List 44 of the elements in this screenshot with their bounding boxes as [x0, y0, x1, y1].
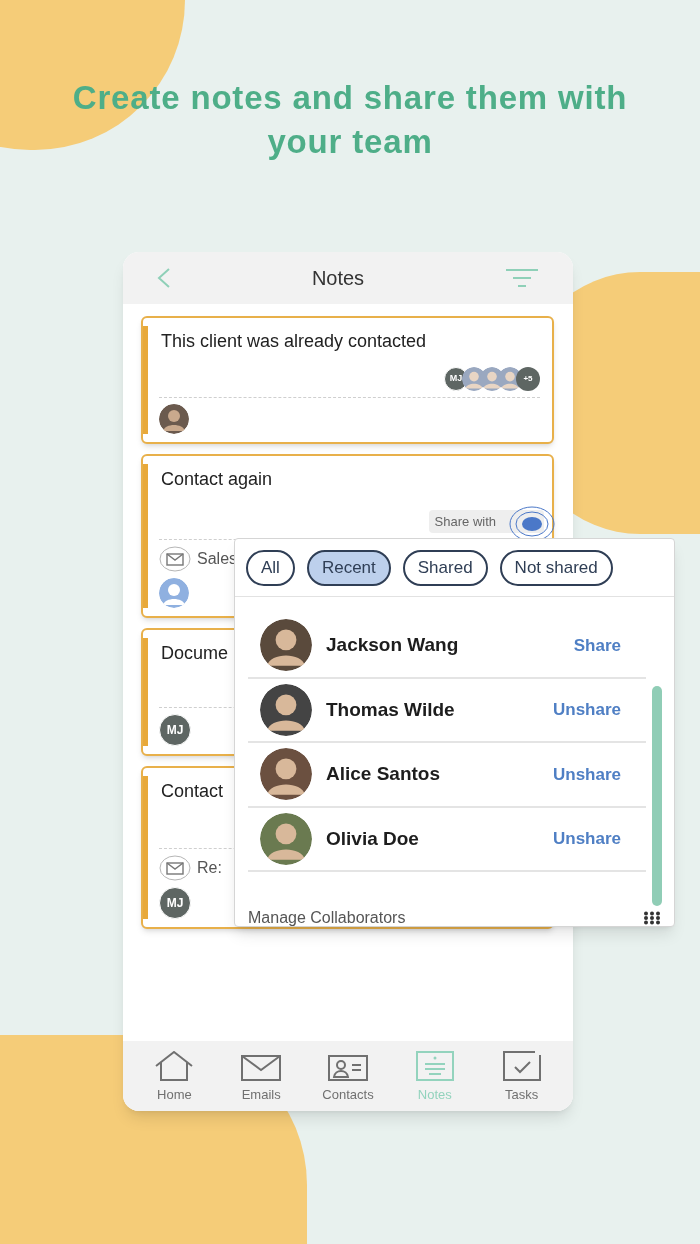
back-icon[interactable] — [157, 268, 171, 288]
home-icon — [154, 1050, 195, 1081]
note-title: Docume — [161, 642, 229, 665]
note-title: Contact — [161, 780, 224, 803]
person-name: Thomas Wilde — [326, 697, 456, 722]
person-name: Jackson Wang — [326, 633, 460, 657]
contact-card-icon — [328, 1054, 368, 1081]
filter-chip[interactable]: Not shared — [499, 550, 613, 586]
header-title: Notes — [311, 266, 365, 291]
note-title: Contact again — [161, 468, 273, 491]
filter-icon[interactable] — [505, 268, 539, 288]
email-subject: Re: — [197, 858, 222, 878]
filter-chip[interactable]: Shared — [402, 550, 488, 586]
person-name: Alice Santos — [326, 762, 442, 786]
avatar — [159, 404, 189, 434]
placeholder-avatar-icon — [159, 578, 189, 608]
person-name: Olivia Doe — [326, 826, 420, 851]
mail-icon — [241, 1054, 282, 1081]
share-toggle-link[interactable]: Unshare — [552, 826, 621, 852]
grid-icon[interactable] — [643, 911, 661, 925]
mail-icon — [159, 855, 191, 881]
filter-chip[interactable]: All — [246, 550, 295, 586]
mail-icon — [159, 546, 191, 572]
nav-tab[interactable]: Emails — [221, 1054, 302, 1104]
filter-chip[interactable]: Recent — [306, 550, 391, 586]
avatar — [260, 683, 312, 736]
nav-tab[interactable]: Home — [134, 1050, 215, 1104]
share-toggle-link[interactable]: Share — [573, 632, 621, 658]
note-card[interactable]: This client was already contacted MJ +5 — [141, 316, 554, 444]
scrollbar[interactable] — [652, 686, 662, 906]
nav-tab[interactable]: Contacts — [308, 1054, 388, 1104]
more-count: +5 — [516, 367, 540, 391]
note-icon — [415, 1050, 454, 1081]
initials-avatar: MJ — [159, 887, 191, 919]
manage-collaborators-link[interactable]: Manage Collaborators — [248, 906, 406, 930]
avatar — [260, 619, 312, 672]
avatar — [260, 812, 312, 865]
avatar — [260, 748, 312, 801]
note-title: This client was already contacted — [161, 330, 427, 353]
checkbox-icon — [502, 1050, 541, 1081]
share-toggle-link[interactable]: Unshare — [552, 761, 621, 787]
initials-avatar: MJ — [159, 714, 191, 746]
nav-tab[interactable]: Tasks — [481, 1050, 562, 1104]
share-toggle-link[interactable]: Unshare — [552, 697, 621, 723]
